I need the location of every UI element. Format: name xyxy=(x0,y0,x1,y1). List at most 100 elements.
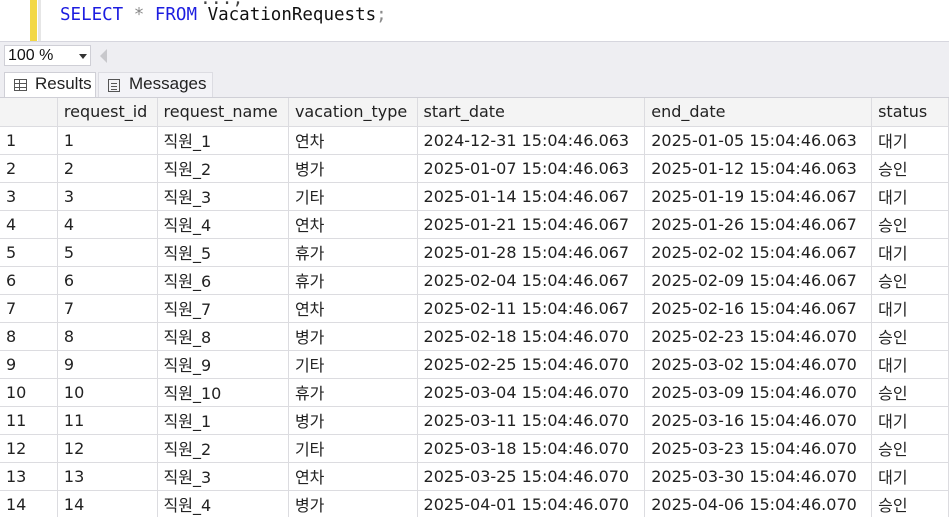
cell-end-date[interactable]: 2025-03-09 15:04:46.070 xyxy=(644,378,873,407)
cell-request-id[interactable]: 13 xyxy=(57,462,158,491)
chevron-down-icon[interactable] xyxy=(79,54,87,59)
scroll-left-icon[interactable] xyxy=(100,49,107,63)
cell-start-date[interactable]: 2025-03-04 15:04:46.070 xyxy=(417,378,646,407)
cell-end-date[interactable]: 2025-02-16 15:04:46.067 xyxy=(644,294,873,323)
cell-request-id[interactable]: 5 xyxy=(57,238,158,267)
results-grid[interactable]: request_id request_name vacation_type start… xyxy=(0,97,949,517)
cell-vacation-type[interactable]: 휴가 xyxy=(288,266,418,295)
table-row[interactable]: 12 12 직원_2 기타 2025-03-18 15:04:46.070 2025-03… xyxy=(0,434,949,463)
row-number[interactable]: 7 xyxy=(0,294,58,323)
cell-status[interactable]: 대기 xyxy=(871,462,949,491)
tab-messages[interactable]: Messages xyxy=(98,72,213,97)
cell-status[interactable]: 승인 xyxy=(871,154,949,183)
cell-end-date[interactable]: 2025-02-09 15:04:46.067 xyxy=(644,266,873,295)
cell-request-name[interactable]: 직원_8 xyxy=(157,322,289,351)
cell-status[interactable]: 대기 xyxy=(871,294,949,323)
column-header-vacation-type[interactable]: vacation_type xyxy=(288,98,418,127)
cell-vacation-type[interactable]: 휴가 xyxy=(288,378,418,407)
cell-request-id[interactable]: 10 xyxy=(57,378,158,407)
table-row[interactable]: 8 8 직원_8 병가 2025-02-18 15:04:46.070 2025-02-2… xyxy=(0,322,949,351)
cell-vacation-type[interactable]: 병가 xyxy=(288,322,418,351)
row-number[interactable]: 9 xyxy=(0,350,58,379)
row-number[interactable]: 6 xyxy=(0,266,58,295)
cell-status[interactable]: 승인 xyxy=(871,490,949,517)
cell-start-date[interactable]: 2025-01-21 15:04:46.067 xyxy=(417,210,646,239)
cell-end-date[interactable]: 2025-01-19 15:04:46.067 xyxy=(644,182,873,211)
cell-vacation-type[interactable]: 연차 xyxy=(288,462,418,491)
zoom-select[interactable]: 100 % xyxy=(4,45,91,66)
table-row[interactable]: 5 5 직원_5 휴가 2025-01-28 15:04:46.067 2025-02-0… xyxy=(0,238,949,267)
cell-request-id[interactable]: 8 xyxy=(57,322,158,351)
cell-vacation-type[interactable]: 기타 xyxy=(288,350,418,379)
cell-vacation-type[interactable]: 기타 xyxy=(288,434,418,463)
cell-request-name[interactable]: 직원_1 xyxy=(157,126,289,155)
row-number[interactable]: 2 xyxy=(0,154,58,183)
cell-request-id[interactable]: 6 xyxy=(57,266,158,295)
cell-start-date[interactable]: 2025-02-18 15:04:46.070 xyxy=(417,322,646,351)
row-number[interactable]: 5 xyxy=(0,238,58,267)
cell-vacation-type[interactable]: 휴가 xyxy=(288,238,418,267)
table-row[interactable]: 13 13 직원_3 연차 2025-03-25 15:04:46.070 2025-03… xyxy=(0,462,949,491)
cell-status[interactable]: 승인 xyxy=(871,378,949,407)
cell-status[interactable]: 대기 xyxy=(871,350,949,379)
cell-status[interactable]: 승인 xyxy=(871,434,949,463)
cell-request-name[interactable]: 직원_2 xyxy=(157,154,289,183)
table-row[interactable]: 10 10 직원_10 휴가 2025-03-04 15:04:46.070 2025-0… xyxy=(0,378,949,407)
cell-end-date[interactable]: 2025-03-02 15:04:46.070 xyxy=(644,350,873,379)
cell-request-id[interactable]: 1 xyxy=(57,126,158,155)
cell-start-date[interactable]: 2025-01-07 15:04:46.063 xyxy=(417,154,646,183)
cell-status[interactable]: 대기 xyxy=(871,182,949,211)
cell-request-id[interactable]: 11 xyxy=(57,406,158,435)
cell-start-date[interactable]: 2025-02-25 15:04:46.070 xyxy=(417,350,646,379)
row-number[interactable]: 1 xyxy=(0,126,58,155)
cell-request-name[interactable]: 직원_10 xyxy=(157,378,289,407)
table-row[interactable]: 9 9 직원_9 기타 2025-02-25 15:04:46.070 2025-03-0… xyxy=(0,350,949,379)
row-number[interactable]: 12 xyxy=(0,434,58,463)
cell-status[interactable]: 승인 xyxy=(871,266,949,295)
cell-start-date[interactable]: 2025-04-01 15:04:46.070 xyxy=(417,490,646,517)
table-row[interactable]: 4 4 직원_4 연차 2025-01-21 15:04:46.067 2025-01-2… xyxy=(0,210,949,239)
cell-vacation-type[interactable]: 병가 xyxy=(288,154,418,183)
column-header-start-date[interactable]: start_date xyxy=(417,98,646,127)
cell-request-id[interactable]: 4 xyxy=(57,210,158,239)
cell-end-date[interactable]: 2025-04-06 15:04:46.070 xyxy=(644,490,873,517)
cell-start-date[interactable]: 2025-02-11 15:04:46.067 xyxy=(417,294,646,323)
cell-vacation-type[interactable]: 연차 xyxy=(288,126,418,155)
cell-status[interactable]: 대기 xyxy=(871,238,949,267)
cell-end-date[interactable]: 2025-03-30 15:04:46.070 xyxy=(644,462,873,491)
cell-start-date[interactable]: 2025-03-18 15:04:46.070 xyxy=(417,434,646,463)
row-number[interactable]: 11 xyxy=(0,406,58,435)
cell-status[interactable]: 대기 xyxy=(871,126,949,155)
table-row[interactable]: 1 1 직원_1 연차 2024-12-31 15:04:46.063 2025-01-0… xyxy=(0,126,949,155)
table-row[interactable]: 7 7 직원_7 연차 2025-02-11 15:04:46.067 2025-02-1… xyxy=(0,294,949,323)
tab-results[interactable]: Results xyxy=(4,72,96,97)
row-number[interactable]: 13 xyxy=(0,462,58,491)
cell-vacation-type[interactable]: 병가 xyxy=(288,406,418,435)
cell-end-date[interactable]: 2025-01-05 15:04:46.063 xyxy=(644,126,873,155)
column-header-request-id[interactable]: request_id xyxy=(57,98,158,127)
cell-request-id[interactable]: 9 xyxy=(57,350,158,379)
cell-request-name[interactable]: 직원_9 xyxy=(157,350,289,379)
cell-request-id[interactable]: 2 xyxy=(57,154,158,183)
cell-status[interactable]: 승인 xyxy=(871,210,949,239)
cell-request-name[interactable]: 직원_4 xyxy=(157,490,289,517)
column-header-end-date[interactable]: end_date xyxy=(644,98,873,127)
row-number[interactable]: 3 xyxy=(0,182,58,211)
cell-start-date[interactable]: 2025-01-28 15:04:46.067 xyxy=(417,238,646,267)
table-row[interactable]: 3 3 직원_3 기타 2025-01-14 15:04:46.067 2025-01-1… xyxy=(0,182,949,211)
table-row[interactable]: 6 6 직원_6 휴가 2025-02-04 15:04:46.067 2025-02-0… xyxy=(0,266,949,295)
cell-vacation-type[interactable]: 연차 xyxy=(288,210,418,239)
cell-request-name[interactable]: 직원_1 xyxy=(157,406,289,435)
row-number[interactable]: 14 xyxy=(0,490,58,517)
cell-start-date[interactable]: 2025-02-04 15:04:46.067 xyxy=(417,266,646,295)
table-row[interactable]: 2 2 직원_2 병가 2025-01-07 15:04:46.063 2025-01-1… xyxy=(0,154,949,183)
row-number[interactable]: 8 xyxy=(0,322,58,351)
table-row[interactable]: 14 14 직원_4 병가 2025-04-01 15:04:46.070 2025-04… xyxy=(0,490,949,517)
cell-vacation-type[interactable]: 연차 xyxy=(288,294,418,323)
cell-end-date[interactable]: 2025-01-12 15:04:46.063 xyxy=(644,154,873,183)
row-number-header[interactable] xyxy=(0,98,58,127)
cell-vacation-type[interactable]: 병가 xyxy=(288,490,418,517)
column-header-request-name[interactable]: request_name xyxy=(157,98,289,127)
cell-end-date[interactable]: 2025-02-02 15:04:46.067 xyxy=(644,238,873,267)
cell-start-date[interactable]: 2025-03-11 15:04:46.070 xyxy=(417,406,646,435)
